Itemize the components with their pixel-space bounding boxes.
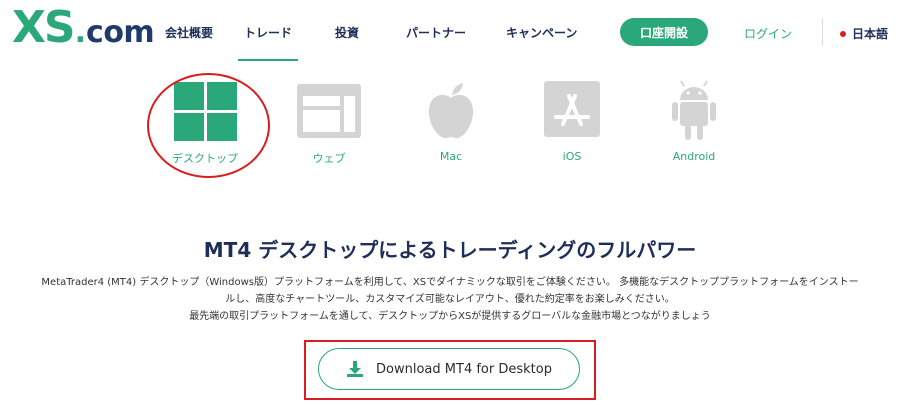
android-icon: [659, 80, 729, 144]
nav-item-trade[interactable]: トレード: [237, 24, 299, 61]
download-mt4-button[interactable]: Download MT4 for Desktop: [318, 348, 580, 390]
logo-dot-text: .: [74, 15, 87, 50]
platform-tab-web[interactable]: ウェブ: [279, 80, 379, 166]
platform-label-android: Android: [672, 150, 716, 163]
download-button-label: Download MT4 for Desktop: [376, 361, 552, 377]
section-description: MetaTrader4 (MT4) デスクトップ（Windows版）プラットフォ…: [10, 274, 890, 325]
description-line: MetaTrader4 (MT4) デスクトップ（Windows版）プラットフォ…: [41, 277, 859, 288]
platform-label-web: ウェブ: [312, 152, 346, 165]
nav-item-partner[interactable]: パートナー: [406, 24, 466, 41]
nav-item-company[interactable]: 会社概要: [165, 24, 213, 41]
language-label: 日本語: [852, 27, 889, 41]
apple-icon: [416, 80, 486, 144]
language-selector[interactable]: 日本語: [840, 25, 888, 42]
download-icon: [346, 360, 364, 378]
open-account-button[interactable]: 口座開設: [620, 18, 708, 46]
section-title: MT4 デスクトップによるトレーディングのフルパワー: [203, 238, 697, 262]
nav-item-campaign[interactable]: キャンペーン: [506, 24, 577, 41]
platform-label-ios: iOS: [562, 150, 582, 163]
site-header: XS . com 会社概要 トレード 投資 パートナー キャンペーン 口座開設 …: [0, 0, 900, 62]
nav-item-invest[interactable]: 投資: [335, 24, 359, 41]
login-link[interactable]: ログイン: [744, 25, 792, 42]
xs-logo[interactable]: XS . com: [12, 2, 155, 53]
platform-tab-desktop[interactable]: デスクトップ: [155, 80, 255, 166]
platform-label-desktop: デスクトップ: [172, 152, 238, 165]
platform-tab-mac[interactable]: Mac: [401, 80, 501, 163]
web-browser-icon: [294, 80, 364, 144]
windows-icon: [170, 80, 240, 144]
logo-xs-text: XS: [12, 2, 76, 53]
platform-tab-android[interactable]: Android: [644, 80, 744, 163]
logo-com-text: com: [86, 15, 155, 50]
platform-label-mac: Mac: [439, 150, 463, 163]
description-line: 最先端の取引プラットフォームを通して、デスクトップからXSが提供するグローバルな…: [189, 311, 711, 322]
japan-flag-icon: [840, 30, 846, 37]
description-line: ルし、高度なチャートツール、カスタマイズ可能なレイアウト、優れた約定率をお楽しみ…: [225, 294, 675, 305]
app-store-icon: [537, 80, 607, 144]
header-divider: [822, 18, 823, 46]
platform-tab-ios[interactable]: iOS: [522, 80, 622, 163]
